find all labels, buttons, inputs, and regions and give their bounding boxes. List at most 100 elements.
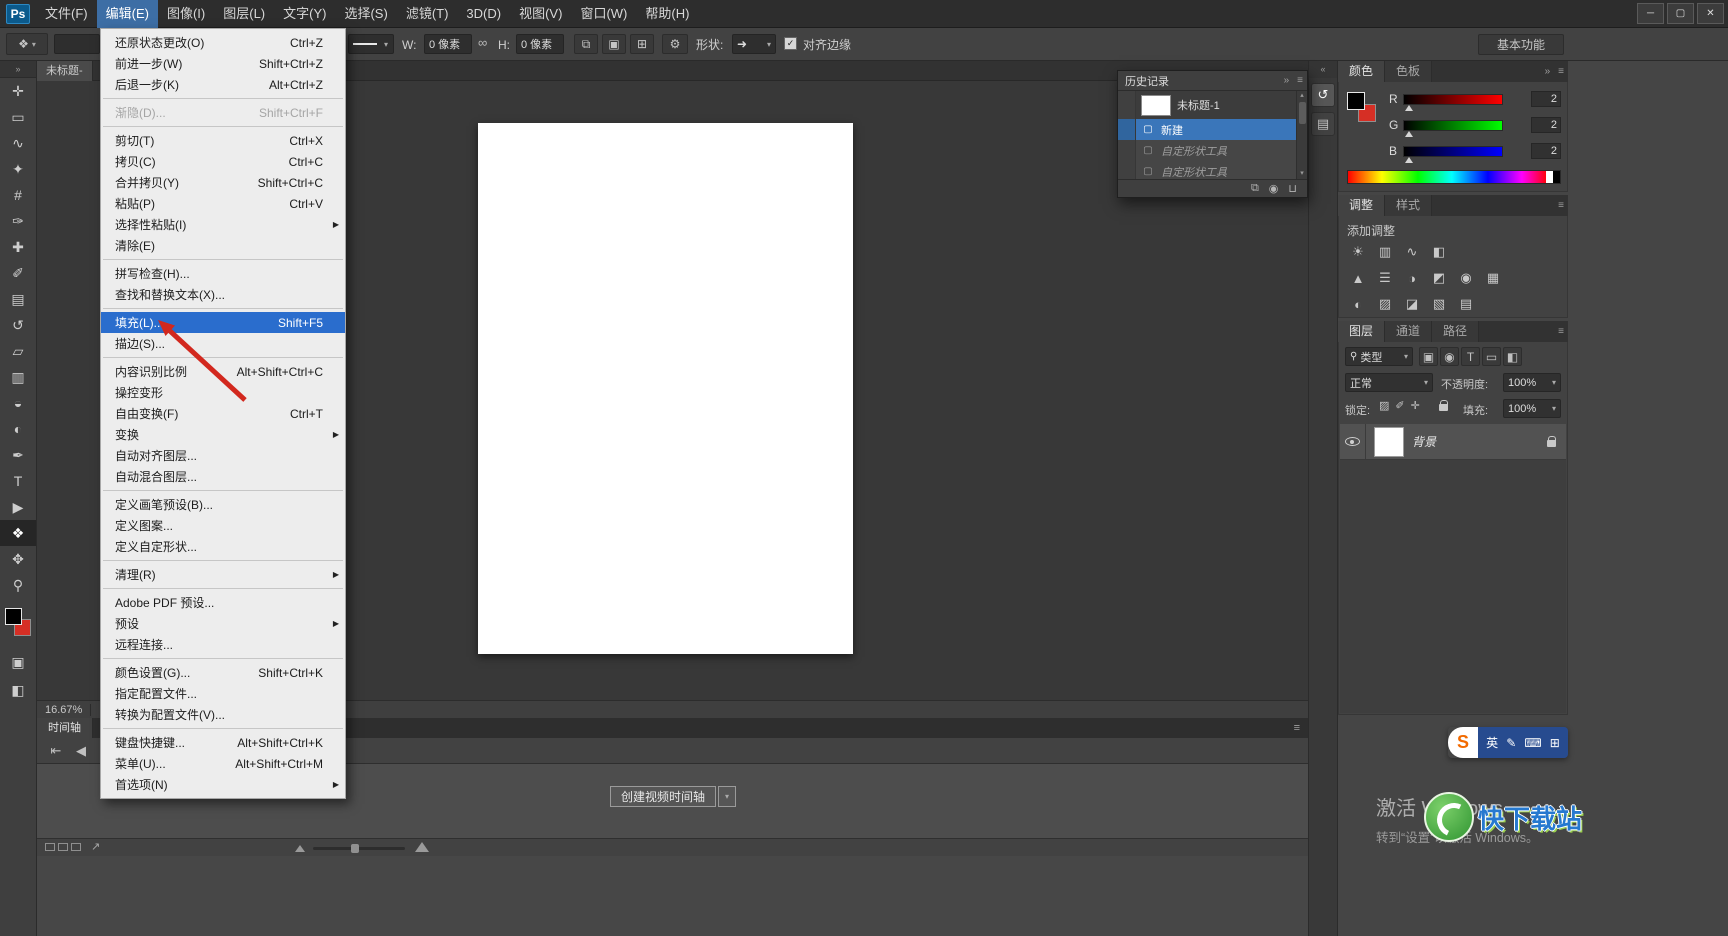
pen-tool[interactable]: ✒ — [0, 442, 36, 468]
panel-menu-icon[interactable]: ≡ — [1294, 718, 1308, 738]
stroke-style-picker[interactable]: ▾ — [348, 34, 394, 54]
layer-thumbnail[interactable] — [1374, 426, 1404, 457]
shape-picker[interactable]: ➜ ▾ — [732, 34, 776, 54]
filter-adjustment-layers-icon[interactable]: ◉ — [1440, 347, 1459, 366]
tab-swatches[interactable]: 色板 — [1385, 61, 1433, 82]
menu-item-paste[interactable]: 粘贴(P) Ctrl+V — [101, 193, 345, 214]
menu-item-paste-special[interactable]: 选择性粘贴(I) ▶ — [101, 214, 345, 235]
channel-value[interactable]: 2 — [1531, 143, 1561, 159]
ime-language-indicator[interactable]: 英 — [1486, 734, 1498, 751]
menu-item-purge[interactable]: 清理(R) ▶ — [101, 564, 345, 585]
white-swatch[interactable] — [1546, 171, 1553, 183]
path-selection-tool[interactable]: ▶ — [0, 494, 36, 520]
menubar-item-3d[interactable]: 3D(D) — [457, 0, 510, 28]
tab-adjustments[interactable]: 调整 — [1338, 195, 1386, 216]
slider-thumb[interactable] — [1405, 104, 1413, 111]
slider-thumb[interactable] — [1405, 156, 1413, 163]
scroll-up-icon[interactable]: ▴ — [1297, 91, 1307, 101]
history-state-custom-shape-tool[interactable]: ▢ 自定形状工具 — [1118, 140, 1296, 161]
menu-item-copy[interactable]: 拷贝(C) Ctrl+C — [101, 151, 345, 172]
shape-width-input[interactable]: 0 像素 — [424, 34, 472, 54]
menu-item-undo[interactable]: 还原状态更改(O) Ctrl+Z — [101, 32, 345, 53]
sogou-logo-icon[interactable]: S — [1448, 727, 1478, 758]
menubar-item-image[interactable]: 图像(I) — [158, 0, 214, 28]
maximize-button[interactable]: ▢ — [1667, 3, 1694, 24]
channel-slider[interactable] — [1403, 93, 1503, 111]
menu-item-convert-to-profile[interactable]: 转换为配置文件(V)... — [101, 704, 345, 725]
expand-panels-icon[interactable]: « — [1309, 61, 1337, 78]
eraser-tool[interactable]: ▱ — [0, 338, 36, 364]
minimize-button[interactable]: ─ — [1637, 3, 1664, 24]
tab-paths[interactable]: 路径 — [1432, 321, 1480, 342]
history-source-checkbox[interactable] — [1118, 140, 1136, 161]
menu-item-keyboard-shortcuts[interactable]: 键盘快捷键... Alt+Shift+Ctrl+K — [101, 732, 345, 753]
new-document-from-state-icon[interactable]: ⧉ — [1251, 182, 1259, 195]
menu-item-cut[interactable]: 剪切(T) Ctrl+X — [101, 130, 345, 151]
lasso-tool[interactable]: ∿ — [0, 130, 36, 156]
menubar-item-file[interactable]: 文件(F) — [36, 0, 97, 28]
brush-tool[interactable]: ✐ — [0, 260, 36, 286]
panel-menu-icon[interactable]: ≡ — [1554, 195, 1568, 216]
screen-mode-button[interactable]: ◧ — [0, 677, 36, 703]
menu-item-adobe-pdf-presets[interactable]: Adobe PDF 预设... — [101, 592, 345, 613]
zoom-tool[interactable]: ⚲ — [0, 572, 36, 598]
lock-transparent-pixels-icon[interactable]: ▨ — [1379, 399, 1389, 412]
filter-smart-objects-icon[interactable]: ◧ — [1503, 347, 1522, 366]
tab-channels[interactable]: 通道 — [1385, 321, 1433, 342]
scroll-down-icon[interactable]: ▾ — [1297, 169, 1307, 179]
menu-item-assign-profile[interactable]: 指定配置文件... — [101, 683, 345, 704]
path-alignment-icon[interactable]: ▣ — [602, 34, 626, 54]
brightness-contrast-icon[interactable]: ☀ — [1347, 242, 1369, 262]
menubar-item-type[interactable]: 文字(Y) — [274, 0, 335, 28]
lock-all-icon[interactable] — [1439, 400, 1448, 411]
spot-healing-brush-tool[interactable]: ✚ — [0, 234, 36, 260]
channel-mixer-icon[interactable]: ▦ — [1482, 268, 1504, 288]
delete-state-icon[interactable]: ⊔ — [1288, 182, 1297, 195]
menu-item-preferences[interactable]: 首选项(N) ▶ — [101, 774, 345, 795]
menu-item-auto-blend-layers[interactable]: 自动混合图层... — [101, 466, 345, 487]
lock-image-pixels-icon[interactable]: ✐ — [1395, 399, 1404, 412]
path-operations-icon[interactable]: ⧉ — [574, 34, 598, 54]
collapse-panel-icon[interactable]: » — [1280, 71, 1294, 91]
channel-value[interactable]: 2 — [1531, 91, 1561, 107]
gear-icon[interactable]: ⚙ — [662, 34, 688, 54]
collapse-tools-icon[interactable]: » — [0, 61, 36, 78]
channel-slider[interactable] — [1403, 145, 1503, 163]
levels-icon[interactable]: ▥ — [1374, 242, 1396, 262]
menu-item-transform[interactable]: 变换 ▶ — [101, 424, 345, 445]
menu-item-menus[interactable]: 菜单(U)... Alt+Shift+Ctrl+M — [101, 753, 345, 774]
menu-item-find-replace[interactable]: 查找和替换文本(X)... — [101, 284, 345, 305]
history-panel-dock-icon[interactable]: ↺ — [1311, 83, 1335, 107]
menu-item-define-pattern[interactable]: 定义图案... — [101, 515, 345, 536]
photo-filter-icon[interactable]: ◉ — [1455, 268, 1477, 288]
vibrance-icon[interactable]: ▲ — [1347, 268, 1369, 288]
history-state-custom-shape-tool[interactable]: ▢ 自定形状工具 — [1118, 161, 1296, 179]
selective-color-icon[interactable]: ▤ — [1455, 294, 1477, 314]
menubar-item-help[interactable]: 帮助(H) — [636, 0, 698, 28]
menu-item-remote-connections[interactable]: 远程连接... — [101, 634, 345, 655]
layer-row-background[interactable]: 背景 — [1340, 424, 1566, 460]
menu-item-free-transform[interactable]: 自由变换(F) Ctrl+T — [101, 403, 345, 424]
document-canvas[interactable] — [478, 123, 853, 654]
gradient-tool[interactable]: ▥ — [0, 364, 36, 390]
menu-item-puppet-warp[interactable]: 操控变形 — [101, 382, 345, 403]
frame-size-large-button[interactable] — [71, 843, 81, 851]
menu-item-fade[interactable]: 渐隐(D)... Shift+Ctrl+F — [101, 102, 345, 123]
foreground-color-swatch[interactable] — [5, 608, 22, 625]
path-arrangement-icon[interactable]: ⊞ — [630, 34, 654, 54]
close-button[interactable]: ✕ — [1697, 3, 1724, 24]
menu-item-step-forward[interactable]: 前进一步(W) Shift+Ctrl+Z — [101, 53, 345, 74]
history-brush-tool[interactable]: ↺ — [0, 312, 36, 338]
shape-height-input[interactable]: 0 像素 — [516, 34, 564, 54]
curves-icon[interactable]: ∿ — [1401, 242, 1423, 262]
history-state-new[interactable]: ▢ 新建 — [1118, 119, 1296, 140]
ime-pen-icon[interactable]: ✎ — [1506, 736, 1516, 750]
menu-item-copy-merged[interactable]: 合并拷贝(Y) Shift+Ctrl+C — [101, 172, 345, 193]
menu-item-presets[interactable]: 预设 ▶ — [101, 613, 345, 634]
zoom-in-thumbnails-icon[interactable] — [415, 842, 429, 852]
menu-item-auto-align-layers[interactable]: 自动对齐图层... — [101, 445, 345, 466]
crop-tool[interactable]: # — [0, 182, 36, 208]
channel-slider[interactable] — [1403, 119, 1503, 137]
slider-thumb[interactable] — [351, 844, 359, 853]
custom-shape-tool[interactable]: ❖ — [0, 520, 36, 546]
